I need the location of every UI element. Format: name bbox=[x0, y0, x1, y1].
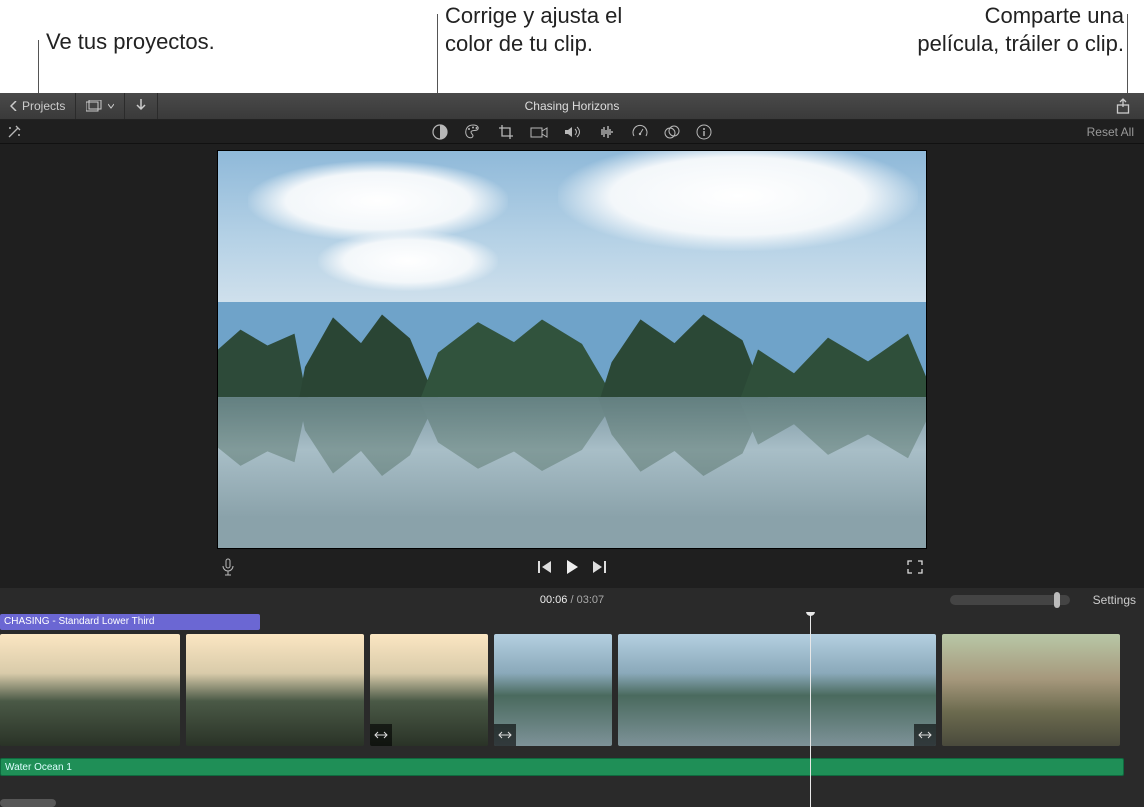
clip-filter-button[interactable] bbox=[664, 124, 680, 140]
fullscreen-icon bbox=[907, 560, 923, 574]
video-clip[interactable] bbox=[494, 634, 612, 746]
transport-controls bbox=[217, 549, 927, 585]
info-button[interactable] bbox=[696, 124, 712, 140]
color-balance-button[interactable] bbox=[432, 124, 448, 140]
chevron-left-icon bbox=[10, 101, 18, 111]
go-to-next-button[interactable] bbox=[591, 560, 607, 574]
chevron-down-icon bbox=[108, 103, 114, 109]
media-library-button[interactable] bbox=[76, 93, 125, 119]
audio-track-clip[interactable]: Water Ocean 1 bbox=[0, 758, 1124, 776]
video-preview[interactable] bbox=[217, 150, 927, 549]
share-icon bbox=[1116, 98, 1130, 114]
media-library-icon bbox=[86, 100, 104, 112]
callout-projects: Ve tus proyectos. bbox=[46, 28, 215, 56]
previous-icon bbox=[537, 560, 553, 574]
video-track bbox=[0, 634, 1144, 746]
current-time: 00:06 bbox=[540, 594, 568, 606]
next-icon bbox=[591, 560, 607, 574]
speedometer-icon bbox=[632, 124, 648, 140]
microphone-icon bbox=[221, 558, 235, 576]
video-clip[interactable] bbox=[942, 634, 1120, 746]
video-clip[interactable] bbox=[618, 634, 936, 746]
title-overlay-clip[interactable]: CHASING - Standard Lower Third bbox=[0, 614, 260, 630]
equalizer-icon bbox=[598, 125, 616, 139]
play-icon bbox=[565, 559, 579, 575]
crop-icon bbox=[498, 124, 514, 140]
timecode-display: 00:06 / 03:07 bbox=[540, 594, 604, 606]
viewer-pane bbox=[0, 144, 1144, 588]
color-balance-icon bbox=[432, 124, 448, 140]
transition-icon[interactable] bbox=[914, 724, 936, 746]
zoom-slider-knob[interactable] bbox=[1054, 592, 1060, 608]
color-correction-button[interactable] bbox=[464, 124, 482, 140]
timeline-header: 00:06 / 03:07 Settings bbox=[0, 588, 1144, 612]
reset-all-button[interactable]: Reset All bbox=[1087, 125, 1134, 139]
projects-back-label: Projects bbox=[22, 99, 65, 113]
filter-circles-icon bbox=[664, 124, 680, 140]
timeline-zoom-slider[interactable] bbox=[950, 595, 1070, 605]
callout-share: Comparte una película, tráiler o clip. bbox=[917, 2, 1124, 57]
timeline-settings-button[interactable]: Settings bbox=[1093, 593, 1136, 607]
share-button[interactable] bbox=[1110, 93, 1136, 119]
volume-button[interactable] bbox=[564, 125, 582, 139]
speed-button[interactable] bbox=[632, 124, 648, 140]
titlebar: Projects Chasing Horizons bbox=[0, 93, 1144, 120]
playhead[interactable] bbox=[810, 612, 811, 807]
go-to-previous-button[interactable] bbox=[537, 560, 553, 574]
callout-share-line bbox=[1127, 14, 1128, 99]
magic-wand-button[interactable] bbox=[6, 124, 22, 140]
import-button[interactable] bbox=[125, 93, 158, 119]
voiceover-record-button[interactable] bbox=[221, 558, 235, 576]
transition-icon[interactable] bbox=[370, 724, 392, 746]
camera-icon bbox=[530, 125, 548, 139]
import-arrow-icon bbox=[135, 99, 147, 113]
fullscreen-button[interactable] bbox=[907, 560, 923, 574]
palette-icon bbox=[464, 124, 482, 140]
video-clip[interactable] bbox=[370, 634, 488, 746]
video-clip[interactable] bbox=[0, 634, 180, 746]
projects-back-button[interactable]: Projects bbox=[0, 93, 76, 119]
noise-reduction-button[interactable] bbox=[598, 125, 616, 139]
imovie-window: Projects Chasing Horizons bbox=[0, 93, 1144, 807]
project-title: Chasing Horizons bbox=[525, 99, 620, 113]
playhead-head[interactable] bbox=[806, 612, 815, 616]
transition-icon[interactable] bbox=[494, 724, 516, 746]
play-button[interactable] bbox=[565, 559, 579, 575]
info-icon bbox=[696, 124, 712, 140]
adjustment-toolbar: Reset All bbox=[0, 120, 1144, 144]
crop-button[interactable] bbox=[498, 124, 514, 140]
stabilization-button[interactable] bbox=[530, 125, 548, 139]
video-clip[interactable] bbox=[186, 634, 364, 746]
total-duration: 03:07 bbox=[577, 594, 605, 606]
timeline[interactable]: CHASING - Standard Lower Third Water Oce… bbox=[0, 612, 1144, 807]
callout-color: Corrige y ajusta el color de tu clip. bbox=[445, 2, 622, 57]
volume-icon bbox=[564, 125, 582, 139]
